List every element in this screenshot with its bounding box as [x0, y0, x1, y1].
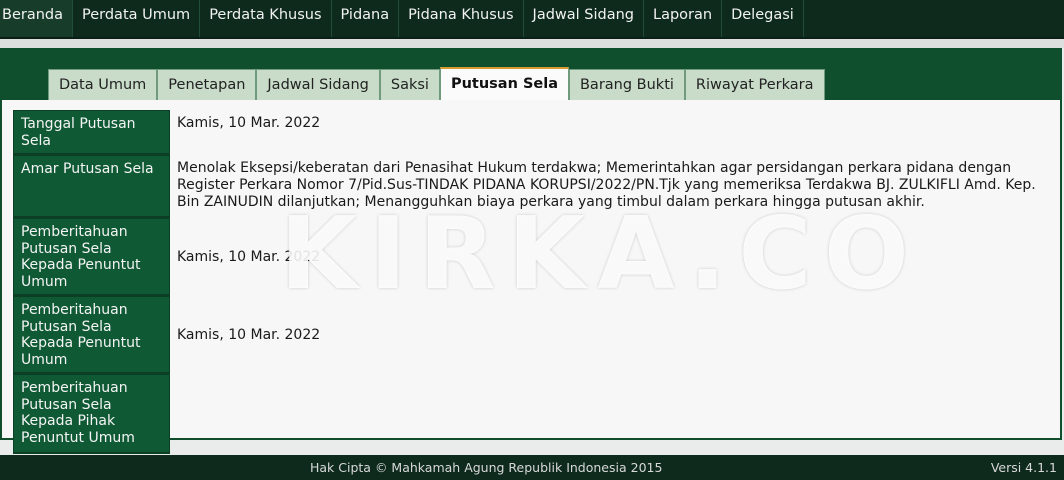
row-label: Amar Putusan Sela	[13, 155, 170, 218]
tab-putusan-sela[interactable]: Putusan Sela	[439, 67, 569, 100]
row-value: Kamis, 10 Mar. 2022	[177, 249, 321, 266]
top-navigation: Beranda Perdata Umum Perdata Khusus Pida…	[0, 0, 1064, 39]
row-label: Tanggal Putusan Sela	[13, 110, 170, 155]
nav-item-perdata-umum[interactable]: Perdata Umum	[73, 0, 201, 37]
tab-content: Tanggal Putusan Sela Kamis, 10 Mar. 2022…	[2, 100, 1060, 454]
row-label: Pemberitahuan Putusan Sela Kepada Pihak …	[13, 374, 170, 454]
nav-item-pidana-khusus[interactable]: Pidana Khusus	[399, 0, 524, 37]
nav-item-jadwal-sidang[interactable]: Jadwal Sidang	[524, 0, 645, 37]
table-row: Amar Putusan Sela Menolak Eksepsi/kebera…	[13, 155, 1053, 218]
row-value: Kamis, 10 Mar. 2022	[177, 115, 321, 131]
nav-item-delegasi[interactable]: Delegasi	[722, 0, 804, 37]
copyright-text: Hak Cipta © Mahkamah Agung Republik Indo…	[310, 460, 663, 475]
tab-data-umum[interactable]: Data Umum	[48, 69, 158, 100]
tab-saksi[interactable]: Saksi	[379, 69, 440, 100]
case-detail-panel: Data Umum Penetapan Jadwal Sidang Saksi …	[0, 48, 1062, 454]
row-value	[170, 374, 1053, 454]
putusan-sela-table: Tanggal Putusan Sela Kamis, 10 Mar. 2022…	[13, 110, 1053, 454]
footer: Hak Cipta © Mahkamah Agung Republik Indo…	[0, 455, 1064, 480]
table-row: Pemberitahuan Putusan Sela Kepada Penunt…	[13, 296, 1053, 374]
nav-item-laporan[interactable]: Laporan	[644, 0, 723, 37]
row-label: Pemberitahuan Putusan Sela Kepada Penunt…	[13, 218, 170, 296]
tab-penetapan[interactable]: Penetapan	[157, 69, 257, 100]
table-row: Tanggal Putusan Sela Kamis, 10 Mar. 2022	[13, 110, 1053, 155]
tab-jadwal-sidang[interactable]: Jadwal Sidang	[256, 69, 380, 100]
table-row: Pemberitahuan Putusan Sela Kepada Pihak …	[13, 374, 1053, 454]
row-value: Kamis, 10 Mar. 2022	[177, 327, 321, 344]
nav-item-beranda[interactable]: Beranda	[0, 0, 73, 37]
nav-item-pidana[interactable]: Pidana	[332, 0, 400, 37]
row-value: Menolak Eksepsi/keberatan dari Penasihat…	[177, 160, 1036, 210]
tab-riwayat-perkara[interactable]: Riwayat Perkara	[684, 69, 825, 100]
nav-item-perdata-khusus[interactable]: Perdata Khusus	[200, 0, 332, 37]
version-text: Versi 4.1.1	[990, 460, 1057, 475]
nav-separator	[0, 39, 1064, 48]
table-row: Pemberitahuan Putusan Sela Kepada Penunt…	[13, 218, 1053, 296]
tab-barang-bukti[interactable]: Barang Bukti	[568, 69, 685, 100]
detail-tabs: Data Umum Penetapan Jadwal Sidang Saksi …	[48, 67, 825, 100]
row-label: Pemberitahuan Putusan Sela Kepada Penunt…	[13, 296, 170, 374]
